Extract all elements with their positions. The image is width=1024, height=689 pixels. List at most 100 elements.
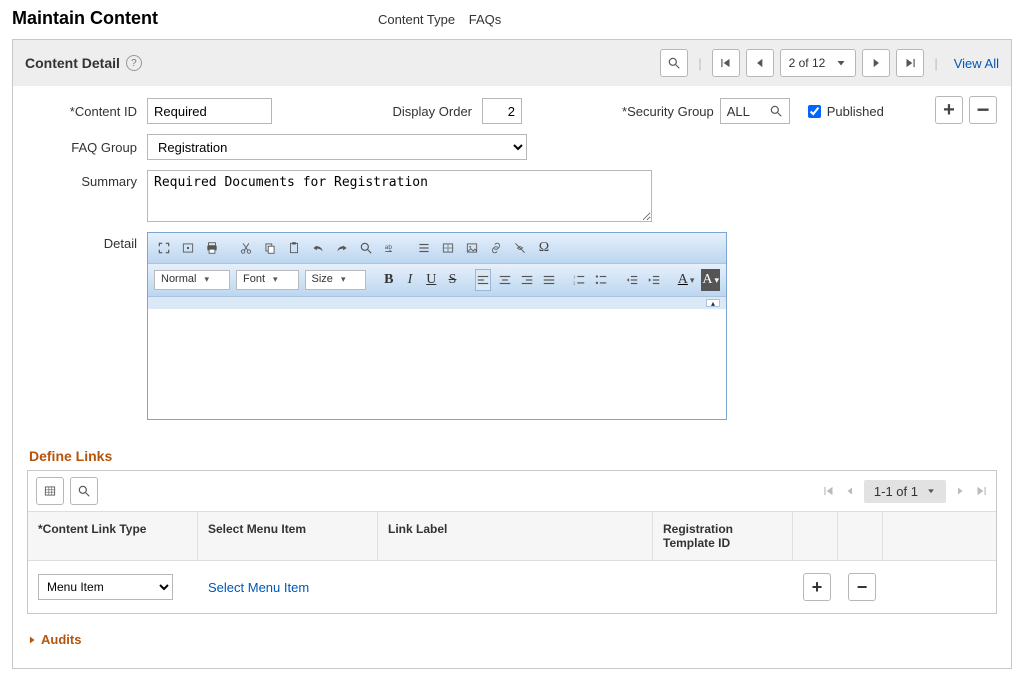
paste-icon[interactable] <box>284 238 304 258</box>
col-registration-template-id[interactable]: Registration Template ID <box>653 512 793 560</box>
replace-icon[interactable]: ab <box>380 238 400 258</box>
format-select[interactable]: Normal▾ <box>154 270 230 290</box>
svg-text:2: 2 <box>574 281 576 286</box>
content-type-value: FAQs <box>469 12 502 27</box>
hr-icon[interactable] <box>414 238 434 258</box>
help-icon[interactable]: ? <box>126 55 142 71</box>
chevron-left-icon <box>753 56 767 70</box>
align-left-button[interactable] <box>475 269 491 291</box>
table-row: Menu Item Select Menu Item + − <box>28 561 996 613</box>
col-remove <box>838 512 883 560</box>
last-icon[interactable] <box>974 484 988 498</box>
underline-button[interactable]: U <box>424 269 439 291</box>
svg-text:1: 1 <box>574 274 576 279</box>
display-order-input[interactable] <box>482 98 522 124</box>
italic-button[interactable]: I <box>402 269 417 291</box>
col-select-menu-item[interactable]: Select Menu Item <box>198 512 378 560</box>
align-center-button[interactable] <box>497 269 513 291</box>
content-detail-panel: Content Detail ? | 2 of 12 <box>12 39 1012 669</box>
row-add-button[interactable]: + <box>803 573 831 601</box>
content-link-type-select[interactable]: Menu Item <box>38 574 173 600</box>
search-icon <box>769 104 783 118</box>
first-button[interactable] <box>712 49 740 77</box>
redo-icon[interactable] <box>332 238 352 258</box>
faq-group-select[interactable]: Registration <box>147 134 527 160</box>
undo-icon[interactable] <box>308 238 328 258</box>
col-spacer <box>883 512 996 560</box>
published-checkbox[interactable] <box>808 105 821 118</box>
indent-button[interactable] <box>646 269 662 291</box>
row-remove-button[interactable]: − <box>848 573 876 601</box>
select-menu-item-link[interactable]: Select Menu Item <box>208 580 309 595</box>
last-icon <box>903 56 917 70</box>
search-icon <box>667 56 681 70</box>
outdent-button[interactable] <box>624 269 640 291</box>
chevron-down-icon <box>835 57 847 69</box>
display-order-label: Display Order <box>382 104 482 119</box>
preview-icon[interactable] <box>178 238 198 258</box>
col-add <box>793 512 838 560</box>
find-icon[interactable] <box>356 238 376 258</box>
security-group-label: Security Group <box>622 104 714 119</box>
content-type-header: Content Type FAQs <box>378 12 501 27</box>
rte-toolbar-row2: Normal▾ Font▾ Size▾ B I U S <box>148 264 726 297</box>
pager-select[interactable]: 2 of 12 <box>780 49 857 77</box>
chevron-left-icon[interactable] <box>844 485 856 497</box>
rich-text-editor: ab Ω Normal▾ Font▾ Size▾ B <box>147 232 727 420</box>
panel-header: Content Detail ? | 2 of 12 <box>13 40 1011 86</box>
align-justify-button[interactable] <box>541 269 557 291</box>
rte-body[interactable] <box>148 309 726 419</box>
size-select[interactable]: Size▾ <box>305 270 367 290</box>
add-row-button[interactable]: + <box>935 96 963 124</box>
content-type-label: Content Type <box>378 12 455 27</box>
text-color-button[interactable]: A▾ <box>677 269 696 291</box>
next-button[interactable] <box>862 49 890 77</box>
first-icon[interactable] <box>822 484 836 498</box>
grid-header: *Content Link Type Select Menu Item Link… <box>28 511 996 561</box>
special-char-icon[interactable]: Ω <box>534 238 554 258</box>
view-all-link[interactable]: View All <box>954 56 999 71</box>
col-content-link-type[interactable]: *Content Link Type <box>28 512 198 560</box>
grid-pager-text[interactable]: 1-1 of 1 <box>864 480 946 503</box>
published-label: Published <box>827 104 884 119</box>
numbered-list-button[interactable]: 12 <box>571 269 587 291</box>
content-id-input[interactable] <box>147 98 272 124</box>
bold-button[interactable]: B <box>381 269 396 291</box>
remove-row-button[interactable]: − <box>969 96 997 124</box>
chevron-down-icon <box>926 486 936 496</box>
find-button[interactable] <box>660 49 688 77</box>
grid-find-button[interactable] <box>70 477 98 505</box>
bullet-list-button[interactable] <box>593 269 609 291</box>
maximize-icon[interactable] <box>154 238 174 258</box>
align-right-button[interactable] <box>519 269 535 291</box>
chevron-right-icon <box>27 635 37 645</box>
prev-button[interactable] <box>746 49 774 77</box>
table-icon[interactable] <box>438 238 458 258</box>
image-icon[interactable] <box>462 238 482 258</box>
col-link-label[interactable]: Link Label <box>378 512 653 560</box>
link-icon[interactable] <box>486 238 506 258</box>
cut-icon[interactable] <box>236 238 256 258</box>
search-icon <box>77 484 91 498</box>
print-icon[interactable] <box>202 238 222 258</box>
last-button[interactable] <box>896 49 924 77</box>
summary-label: Summary <box>27 170 147 189</box>
rte-collapse-bar[interactable]: ▴ <box>148 297 726 309</box>
font-select[interactable]: Font▾ <box>236 270 299 290</box>
unlink-icon[interactable] <box>510 238 530 258</box>
content-id-label: Content ID <box>27 104 147 119</box>
separator: | <box>934 56 937 71</box>
security-group-value: ALL <box>727 104 759 119</box>
grid-settings-button[interactable] <box>36 477 64 505</box>
strike-button[interactable]: S <box>445 269 460 291</box>
panel-nav: | 2 of 12 | View All <box>660 49 999 77</box>
audits-toggle[interactable]: Audits <box>27 632 81 647</box>
registration-template-cell <box>653 583 793 591</box>
bg-color-button[interactable]: A▾ <box>701 269 720 291</box>
summary-textarea[interactable]: Required Documents for Registration <box>147 170 652 222</box>
copy-icon[interactable] <box>260 238 280 258</box>
pager-text: 2 of 12 <box>789 56 826 70</box>
audits-label: Audits <box>41 632 81 647</box>
chevron-right-icon[interactable] <box>954 485 966 497</box>
security-group-lookup[interactable]: ALL <box>720 98 790 124</box>
